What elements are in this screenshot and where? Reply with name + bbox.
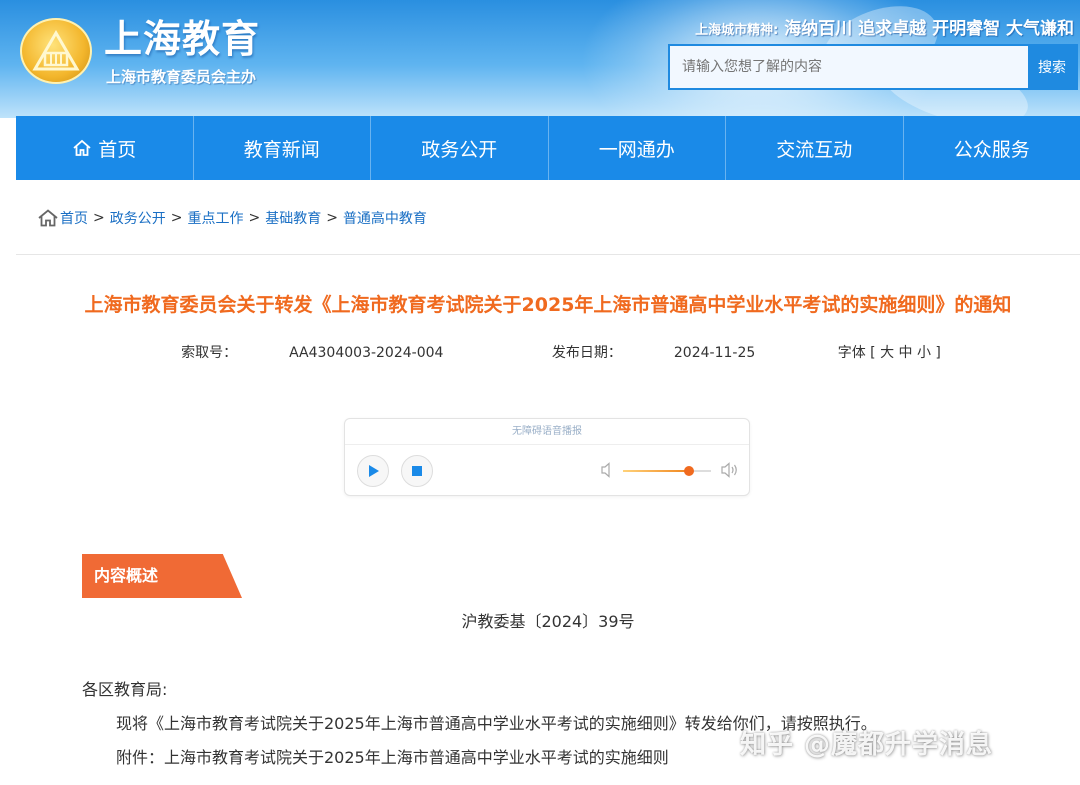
volume-high-icon[interactable] — [721, 462, 739, 478]
date-value: 2024-11-25 — [673, 345, 756, 361]
nav-item-interaction[interactable]: 交流互动 — [726, 116, 904, 180]
nav-item-education-news[interactable]: 教育新闻 — [194, 116, 371, 180]
play-button[interactable] — [357, 455, 389, 487]
nav-item-home[interactable]: 首页 — [16, 116, 194, 180]
breadcrumb-separator: > — [170, 210, 183, 226]
breadcrumb: 首页 > 政务公开 > 重点工作 > 基础教育 > 普通高中教育 — [38, 208, 427, 228]
volume-low-icon[interactable] — [601, 462, 615, 478]
publish-date: 发布日期： 2024-11-25 — [526, 345, 781, 361]
home-icon — [38, 209, 58, 227]
stop-button[interactable] — [401, 455, 433, 487]
breadcrumb-divider — [16, 254, 1080, 255]
site-header: 上海教育 上海市教育委员会主办 上海城市精神: 海纳百川 追求卓越 开明睿智 大… — [0, 0, 1080, 118]
breadcrumb-separator: > — [93, 210, 105, 226]
article-title: 上海市教育委员会关于转发《上海市教育考试院关于2025年上海市普通高中学业水平考… — [84, 294, 1012, 316]
audio-player: 无障碍语音播报 — [344, 418, 750, 496]
nav-item-label: 交流互动 — [776, 138, 853, 161]
stop-icon — [412, 466, 422, 476]
breadcrumb-item-key-work[interactable]: 重点工作 — [187, 208, 243, 228]
volume-slider[interactable] — [623, 466, 711, 476]
breadcrumb-item-basic-education[interactable]: 基础教育 — [265, 208, 321, 228]
watermark: 知乎 @魔都升学消息 — [740, 730, 994, 760]
search-box: 搜索 — [668, 44, 1078, 90]
nav-item-label: 政务公开 — [421, 138, 498, 161]
attachment-line[interactable]: 附件：上海市教育考试院关于2025年上海市普通高中学业水平考试的实施细则 — [116, 744, 669, 768]
nav-item-government-affairs[interactable]: 政务公开 — [371, 116, 549, 180]
date-label: 发布日期： — [551, 345, 622, 361]
content-panel: 首页 > 政务公开 > 重点工作 > 基础教育 > 普通高中教育 上海市教育委员… — [16, 180, 1080, 785]
city-spirit-label: 上海城市精神: — [695, 23, 779, 38]
nav-item-label: 一网通办 — [598, 138, 675, 161]
player-title: 无障碍语音播报 — [345, 419, 749, 445]
main-nav: 首页 教育新闻 政务公开 一网通办 交流互动 公众服务 — [16, 116, 1080, 180]
nav-item-label: 公众服务 — [953, 138, 1030, 161]
site-subtitle: 上海市教育委员会主办 — [106, 68, 257, 86]
index-value: AA4304003-2024-004 — [289, 345, 444, 361]
breadcrumb-item-home[interactable]: 首页 — [60, 208, 88, 228]
breadcrumb-separator: > — [326, 210, 338, 226]
nav-item-label: 首页 — [98, 138, 137, 161]
nav-item-public-service[interactable]: 公众服务 — [904, 116, 1080, 180]
article-meta: 索取号： AA4304003-2024-004 发布日期： 2024-11-25 字… — [16, 342, 1080, 362]
document-number: 沪教委基〔2024〕39号 — [461, 612, 635, 631]
breadcrumb-item-high-school[interactable]: 普通高中教育 — [343, 208, 427, 228]
breadcrumb-item-government-affairs[interactable]: 政务公开 — [110, 208, 166, 228]
volume-slider-knob[interactable] — [684, 466, 694, 476]
search-input[interactable] — [670, 46, 1028, 88]
nav-item-label: 教育新闻 — [243, 138, 320, 161]
play-icon — [369, 465, 379, 477]
salutation: 各区教育局: — [82, 680, 168, 699]
home-icon — [73, 139, 91, 156]
volume-slider-fill — [623, 470, 689, 472]
font-size-switcher[interactable]: 字体 [ 大 中 小 ] — [838, 345, 941, 361]
city-spirit-text: 海纳百川 追求卓越 开明睿智 大气谦和 — [784, 19, 1074, 39]
breadcrumb-separator: > — [248, 210, 261, 226]
city-spirit: 上海城市精神: 海纳百川 追求卓越 开明睿智 大气谦和 — [695, 14, 1074, 39]
site-title[interactable]: 上海教育 — [104, 16, 260, 62]
index-label: 索取号： — [181, 345, 238, 361]
summary-tag: 内容概述 — [82, 554, 242, 598]
search-button[interactable]: 搜索 — [1028, 46, 1076, 88]
site-logo-icon[interactable] — [20, 18, 92, 84]
index-number: 索取号： AA4304003-2024-004 — [155, 345, 469, 361]
nav-item-one-stop-service[interactable]: 一网通办 — [549, 116, 726, 180]
